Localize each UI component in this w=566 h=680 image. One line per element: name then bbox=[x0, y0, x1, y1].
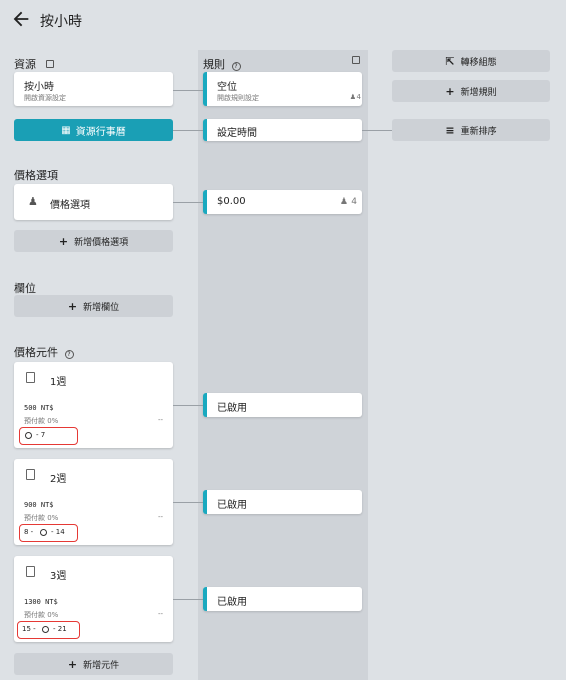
time-range: 8 - - 14 bbox=[19, 524, 78, 542]
export-icon: ⇱ bbox=[445, 54, 455, 68]
copy-rules-icon[interactable] bbox=[352, 56, 360, 64]
resource-card-title: 按小時 bbox=[24, 82, 54, 93]
rule-card-set-time[interactable]: 設定時間 bbox=[203, 119, 362, 141]
rule-enabled-label: 已啟用 bbox=[217, 500, 247, 511]
component-title: 3週 bbox=[50, 571, 67, 582]
rule-price-value: $0.00 bbox=[217, 196, 246, 207]
reorder-button[interactable]: ≡ 重新排序 bbox=[392, 119, 550, 141]
rules-column bbox=[198, 50, 368, 680]
add-rule-button[interactable]: + 新增規則 bbox=[392, 80, 550, 102]
rule-card-enabled-3[interactable]: 已啟用 bbox=[203, 587, 362, 611]
rule-card-enabled-1[interactable]: 已啟用 bbox=[203, 393, 362, 417]
connector bbox=[173, 599, 203, 600]
connector bbox=[173, 130, 203, 131]
plus-icon: + bbox=[67, 299, 78, 313]
list-icon: ≡ bbox=[445, 123, 455, 137]
component-title: 2週 bbox=[50, 474, 67, 485]
resource-calendar-button[interactable]: ▦ 資源行事曆 bbox=[14, 119, 173, 141]
page-title: 按小時 bbox=[40, 14, 82, 30]
top-bar: 按小時 bbox=[0, 0, 566, 40]
rule-set-time-label: 設定時間 bbox=[217, 128, 257, 139]
time-range-end: - 7 bbox=[36, 431, 46, 439]
help-icon[interactable]: ? bbox=[64, 350, 74, 359]
clock-icon bbox=[40, 529, 47, 536]
add-rule-label: 新增規則 bbox=[460, 87, 497, 98]
more-button[interactable]: -- bbox=[158, 513, 163, 521]
plus-icon: + bbox=[58, 234, 69, 248]
resources-label-text: 資源 bbox=[14, 58, 36, 71]
grid-icon: ▦ bbox=[61, 124, 71, 136]
connector bbox=[173, 502, 203, 503]
rule-price-count: 4 bbox=[351, 197, 357, 207]
copy-icon[interactable] bbox=[45, 60, 54, 68]
component-deposit: 預付款 0% bbox=[24, 417, 59, 425]
rules-label-text: 規則 bbox=[203, 58, 225, 71]
connector bbox=[173, 90, 203, 91]
rule-slot-subtitle: 開啟規則設定 bbox=[217, 94, 259, 102]
add-price-option-label: 新增價格選項 bbox=[74, 237, 129, 248]
component-deposit: 預付款 0% bbox=[24, 514, 59, 522]
rule-enabled-label: 已啟用 bbox=[217, 403, 247, 414]
connector bbox=[362, 130, 392, 131]
components-label: 價格元件 ? bbox=[14, 344, 74, 360]
component-price: 900 NT$ bbox=[24, 501, 54, 509]
rule-card-enabled-2[interactable]: 已啟用 bbox=[203, 490, 362, 514]
rule-slot-count: 4 bbox=[356, 93, 361, 101]
person-icon: ♟ bbox=[349, 93, 356, 101]
rule-card-slot[interactable]: 空位 開啟規則設定 ♟ 4 bbox=[203, 72, 362, 106]
clock-icon bbox=[25, 432, 32, 439]
rule-enabled-label: 已啟用 bbox=[217, 597, 247, 608]
person-icon: ♟ bbox=[28, 195, 38, 208]
add-field-button[interactable]: + 新增欄位 bbox=[14, 295, 173, 317]
add-price-option-button[interactable]: + 新增價格選項 bbox=[14, 230, 173, 252]
person-icon: ♟ bbox=[339, 197, 348, 207]
more-button[interactable]: -- bbox=[158, 416, 163, 424]
component-price: 500 NT$ bbox=[24, 404, 54, 412]
components-label-text: 價格元件 bbox=[14, 346, 58, 359]
more-button[interactable]: -- bbox=[158, 610, 163, 618]
component-deposit: 預付款 0% bbox=[24, 611, 59, 619]
plus-icon: + bbox=[67, 657, 78, 671]
clock-icon bbox=[42, 626, 49, 633]
price-options-label: 價格選項 bbox=[14, 169, 58, 182]
time-range: - 7 bbox=[19, 427, 78, 445]
transfer-config-label: 轉移組態 bbox=[460, 57, 497, 68]
fields-label: 欄位 bbox=[14, 282, 36, 295]
rules-label: 規則 ? bbox=[203, 56, 241, 72]
time-range-end: - 14 bbox=[51, 528, 65, 536]
resource-calendar-label: 資源行事曆 bbox=[75, 126, 126, 138]
connector bbox=[173, 405, 203, 406]
add-field-label: 新增欄位 bbox=[83, 302, 120, 313]
rule-card-price[interactable]: $0.00 ♟ 4 bbox=[203, 190, 362, 214]
resource-card[interactable]: 按小時 開啟資源設定 bbox=[14, 72, 173, 106]
back-arrow-icon[interactable] bbox=[10, 8, 32, 30]
document-icon bbox=[26, 566, 35, 577]
price-option-card[interactable]: ♟ 價格選項 bbox=[14, 184, 173, 220]
connector bbox=[173, 202, 203, 203]
rule-slot-title: 空位 bbox=[217, 82, 237, 93]
component-price: 1300 NT$ bbox=[24, 598, 58, 606]
document-icon bbox=[26, 372, 35, 383]
transfer-config-button[interactable]: ⇱ 轉移組態 bbox=[392, 50, 550, 72]
component-title: 1週 bbox=[50, 377, 67, 388]
resource-card-subtitle: 開啟資源設定 bbox=[24, 94, 66, 102]
time-range-end: - 21 bbox=[53, 625, 67, 633]
plus-icon: + bbox=[445, 84, 455, 98]
price-option-card-label: 價格選項 bbox=[50, 200, 90, 211]
document-icon bbox=[26, 469, 35, 480]
add-component-button[interactable]: + 新增元件 bbox=[14, 653, 173, 675]
reorder-label: 重新排序 bbox=[460, 126, 497, 137]
time-range-start: 8 - bbox=[24, 528, 34, 536]
component-card-1[interactable]: 1週 500 NT$ 預付款 0% -- - 7 bbox=[14, 362, 173, 448]
time-range: 15 - - 21 bbox=[17, 621, 80, 639]
add-component-label: 新增元件 bbox=[83, 660, 120, 671]
resources-label: 資源 bbox=[14, 56, 54, 72]
component-card-3[interactable]: 3週 1300 NT$ 預付款 0% -- 15 - - 21 bbox=[14, 556, 173, 642]
component-card-2[interactable]: 2週 900 NT$ 預付款 0% -- 8 - - 14 bbox=[14, 459, 173, 545]
time-range-start: 15 - bbox=[22, 625, 36, 633]
help-icon[interactable]: ? bbox=[231, 62, 241, 71]
